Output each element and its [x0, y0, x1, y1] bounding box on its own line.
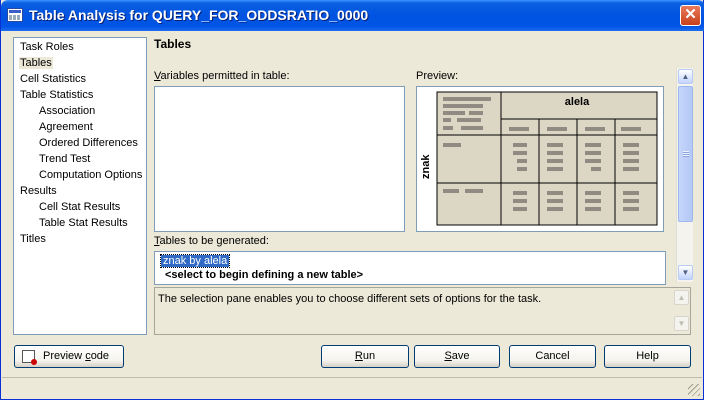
arrow-up-icon: ▲ [677, 293, 686, 302]
nav-item-tables[interactable]: Tables [19, 57, 53, 69]
arrow-down-icon: ▼ [677, 319, 686, 328]
preview-row-header: znak [420, 154, 432, 179]
status-bar [2, 377, 702, 398]
scroll-up-button[interactable]: ▲ [678, 69, 693, 84]
nav-item-cell-statistics[interactable]: Cell Statistics [20, 73, 86, 85]
info-text: The selection pane enables you to choose… [158, 293, 542, 305]
table-analysis-icon [7, 8, 23, 22]
arrow-up-icon: ▲ [681, 72, 690, 81]
dialog-window: Table Analysis for QUERY_FOR_ODDSRATIO_0… [0, 0, 704, 400]
preview-col-header: alela [565, 96, 590, 108]
save-button[interactable]: Save [414, 345, 500, 368]
window-title: Table Analysis for QUERY_FOR_ODDSRATIO_0… [29, 7, 369, 23]
tables-generated-list[interactable]: znak by alela <select to begin defining … [154, 251, 666, 285]
info-scroll-down-button[interactable]: ▼ [674, 316, 689, 331]
resize-grip-icon[interactable] [688, 384, 700, 396]
scroll-down-button[interactable]: ▼ [678, 265, 693, 280]
table-item-selected[interactable]: znak by alela [159, 254, 231, 268]
nav-item-titles[interactable]: Titles [20, 233, 46, 245]
variables-label: Variables permitted in table: [154, 70, 290, 82]
nav-item-table-stat-results[interactable]: Table Stat Results [39, 217, 128, 229]
section-title: Tables [154, 37, 192, 51]
help-button[interactable]: Help [604, 345, 691, 368]
info-scroll-up-button[interactable]: ▲ [674, 290, 689, 305]
info-pane: The selection pane enables you to choose… [154, 287, 691, 335]
tables-generated-label: Tables to be generated: [154, 235, 269, 247]
preview-code-icon [22, 350, 37, 365]
nav-item-trend-test[interactable]: Trend Test [39, 153, 90, 165]
scroll-thumb[interactable] [678, 86, 693, 222]
close-icon: ✕ [684, 6, 697, 23]
nav-item-table-statistics[interactable]: Table Statistics [20, 89, 93, 101]
table-preview: alela znak [416, 86, 664, 232]
preview-code-button[interactable]: Preview code [14, 345, 124, 368]
run-button[interactable]: Run [321, 345, 409, 368]
variables-listbox[interactable] [154, 86, 405, 232]
close-button[interactable]: ✕ [680, 5, 701, 26]
nav-item-cell-stat-results[interactable]: Cell Stat Results [39, 201, 120, 213]
nav-item-ordered-differences[interactable]: Ordered Differences [39, 137, 138, 149]
nav-item-agreement[interactable]: Agreement [39, 121, 93, 133]
nav-item-association[interactable]: Association [39, 105, 95, 117]
table-item-new[interactable]: <select to begin defining a new table> [165, 269, 363, 281]
cancel-button[interactable]: Cancel [509, 345, 596, 368]
nav-item-results[interactable]: Results [20, 185, 57, 197]
preview-table-graphic: alela znak [420, 91, 658, 226]
nav-item-computation-options[interactable]: Computation Options [39, 169, 142, 181]
nav-item-task-roles[interactable]: Task Roles [20, 41, 74, 53]
preview-label: Preview: [416, 70, 459, 82]
arrow-down-icon: ▼ [681, 268, 690, 277]
main-scrollbar[interactable]: ▲ ▼ [676, 68, 693, 282]
title-bar[interactable]: Table Analysis for QUERY_FOR_ODDSRATIO_0… [1, 0, 704, 31]
options-nav-pane: Task Roles Tables Cell Statistics Table … [13, 37, 147, 335]
info-scrollbar[interactable]: ▲ ▼ [674, 289, 690, 333]
